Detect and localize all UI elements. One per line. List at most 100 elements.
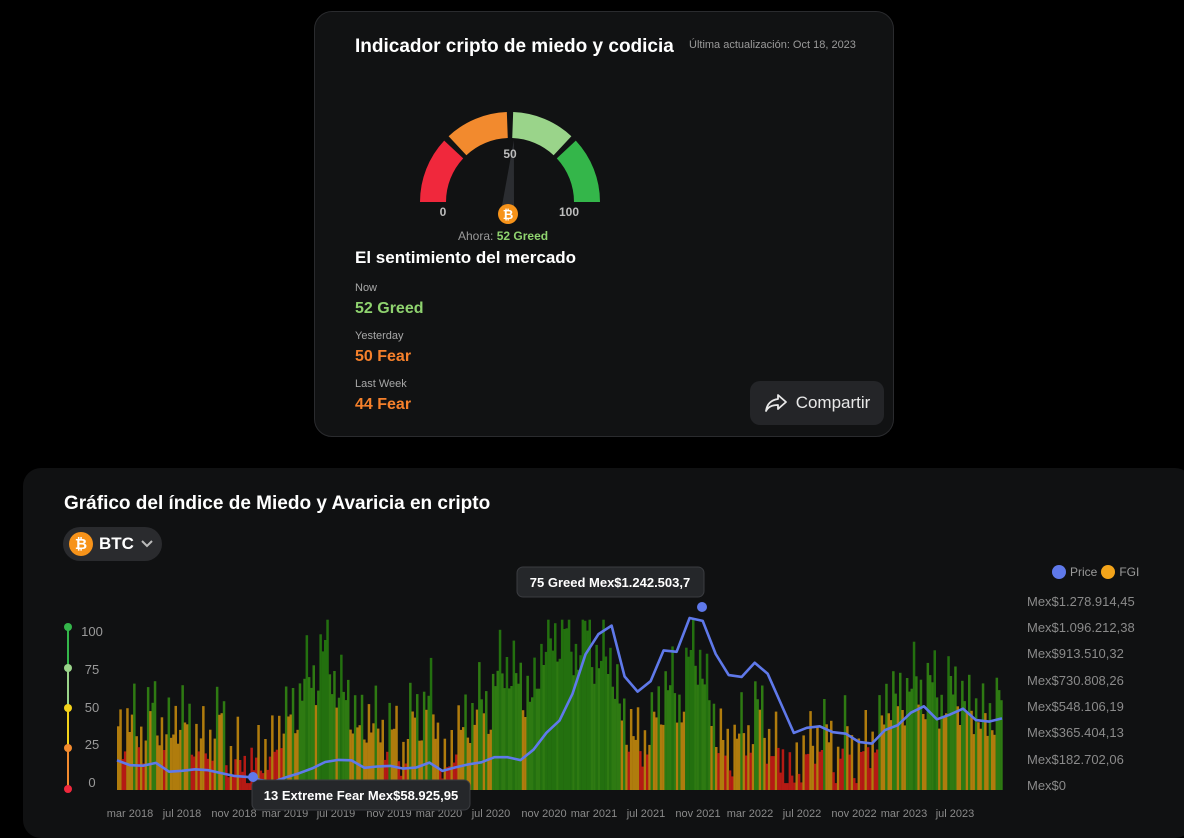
fgi-bar bbox=[625, 744, 628, 790]
fgi-bar bbox=[742, 733, 746, 790]
fgi-bar bbox=[756, 699, 759, 790]
fgi-bar bbox=[917, 704, 920, 790]
x-tick-label: jul 2022 bbox=[782, 808, 822, 820]
fgi-bar bbox=[303, 678, 306, 790]
fgi-bar bbox=[751, 744, 755, 790]
fgi-bar bbox=[754, 681, 757, 790]
fgi-bar bbox=[652, 711, 656, 790]
annotation-point bbox=[248, 772, 258, 782]
fgi-bar bbox=[793, 782, 796, 790]
fgi-bar bbox=[834, 783, 838, 790]
fgi-bar bbox=[758, 709, 762, 790]
fgi-bar bbox=[825, 724, 828, 790]
fgi-bar bbox=[570, 651, 573, 790]
fgi-bar bbox=[905, 678, 909, 790]
fgi-bar bbox=[986, 735, 989, 790]
fgi-bar bbox=[195, 723, 198, 790]
fgi-bar bbox=[491, 673, 495, 790]
fgi-bar bbox=[190, 754, 194, 790]
fgi-bar bbox=[991, 730, 994, 790]
fgi-bar bbox=[864, 710, 867, 790]
x-tick-label: nov 2020 bbox=[521, 808, 566, 820]
fgi-bar bbox=[241, 771, 244, 790]
fgi-bar bbox=[475, 709, 479, 790]
fgi-bar bbox=[574, 643, 578, 790]
fgi-bar bbox=[126, 708, 129, 790]
fgi-bar bbox=[556, 661, 559, 790]
fgi-bar bbox=[823, 699, 826, 790]
fgi-bar bbox=[220, 713, 223, 790]
fgi-bar bbox=[128, 732, 131, 790]
fgi-bar bbox=[211, 760, 214, 790]
fgi-bar bbox=[229, 746, 233, 790]
fgi-bar bbox=[528, 701, 532, 790]
fgi-bar bbox=[432, 714, 435, 790]
fgi-bar bbox=[623, 698, 626, 790]
fgi-scale-dot bbox=[64, 623, 72, 631]
fgi-bar bbox=[866, 747, 870, 790]
fgi-bar bbox=[505, 657, 509, 790]
fgi-bar bbox=[795, 742, 798, 790]
fgi-bar bbox=[519, 662, 522, 790]
fgi-bar bbox=[781, 749, 785, 790]
price-tick-label: Mex$1.278.914,45 bbox=[1027, 594, 1135, 609]
fgi-bar bbox=[620, 720, 624, 790]
fgi-bar bbox=[135, 736, 138, 790]
fgi-bar bbox=[395, 705, 398, 790]
x-tick-label: mar 2022 bbox=[727, 808, 773, 820]
fgi-tick-label: 25 bbox=[85, 737, 99, 752]
fgi-bar bbox=[820, 750, 824, 790]
fgi-bar bbox=[669, 685, 672, 790]
fgi-bar bbox=[802, 735, 805, 790]
fgi-bar bbox=[818, 751, 821, 790]
fgi-bar bbox=[487, 733, 490, 790]
fgi-bar bbox=[869, 768, 872, 790]
fgi-bar bbox=[609, 647, 612, 790]
fgi-bar bbox=[910, 688, 913, 790]
fgi-bar bbox=[613, 698, 617, 790]
x-tick-label: jul 2018 bbox=[162, 808, 202, 820]
fgi-bar bbox=[664, 671, 667, 790]
fgi-bar bbox=[703, 684, 706, 790]
fgi-bar bbox=[232, 775, 235, 790]
fgi-bar bbox=[360, 694, 364, 790]
annotation-point bbox=[697, 602, 707, 612]
fgi-bar bbox=[151, 702, 154, 790]
fgi-tick-label: 50 bbox=[85, 700, 99, 715]
fgi-bar bbox=[176, 743, 180, 790]
fgi-bar bbox=[855, 783, 858, 790]
fgi-bar bbox=[731, 776, 734, 790]
fgi-bar bbox=[521, 710, 525, 790]
fgi-bar bbox=[961, 680, 964, 790]
fgi-bar bbox=[606, 674, 610, 790]
fgi-bar bbox=[234, 759, 237, 790]
fgi-bar bbox=[629, 709, 633, 790]
fgi-bar bbox=[717, 753, 720, 790]
fgi-bar bbox=[577, 669, 580, 790]
fgi-bar bbox=[179, 729, 182, 790]
fgi-bar bbox=[735, 738, 739, 790]
fgi-bar bbox=[321, 651, 325, 790]
x-tick-label: jul 2020 bbox=[471, 808, 511, 820]
fgi-bar bbox=[340, 654, 343, 790]
fgi-bar bbox=[324, 640, 327, 790]
fgi-bar bbox=[772, 756, 775, 790]
fgi-bar bbox=[659, 724, 663, 790]
fgi-bar bbox=[738, 733, 741, 790]
fgi-bar bbox=[947, 656, 950, 790]
fgi-bar bbox=[215, 686, 219, 790]
fgi-bar bbox=[892, 671, 895, 790]
fgi-bar bbox=[627, 751, 631, 790]
fgi-bar bbox=[183, 722, 187, 790]
fgi-bar bbox=[172, 734, 175, 790]
fgi-bar bbox=[632, 736, 635, 790]
fgi-bar bbox=[388, 702, 391, 790]
fgi-bar bbox=[287, 716, 290, 790]
fgi-bar bbox=[951, 694, 955, 790]
fgi-bar bbox=[602, 619, 605, 790]
fgi-bar bbox=[926, 662, 930, 790]
fgi-bar bbox=[919, 679, 923, 790]
fgi-bar bbox=[726, 728, 729, 790]
peak-annotation: 75 Greed Mex$1.242.503,7 bbox=[516, 566, 707, 612]
fgi-bar bbox=[648, 744, 651, 790]
